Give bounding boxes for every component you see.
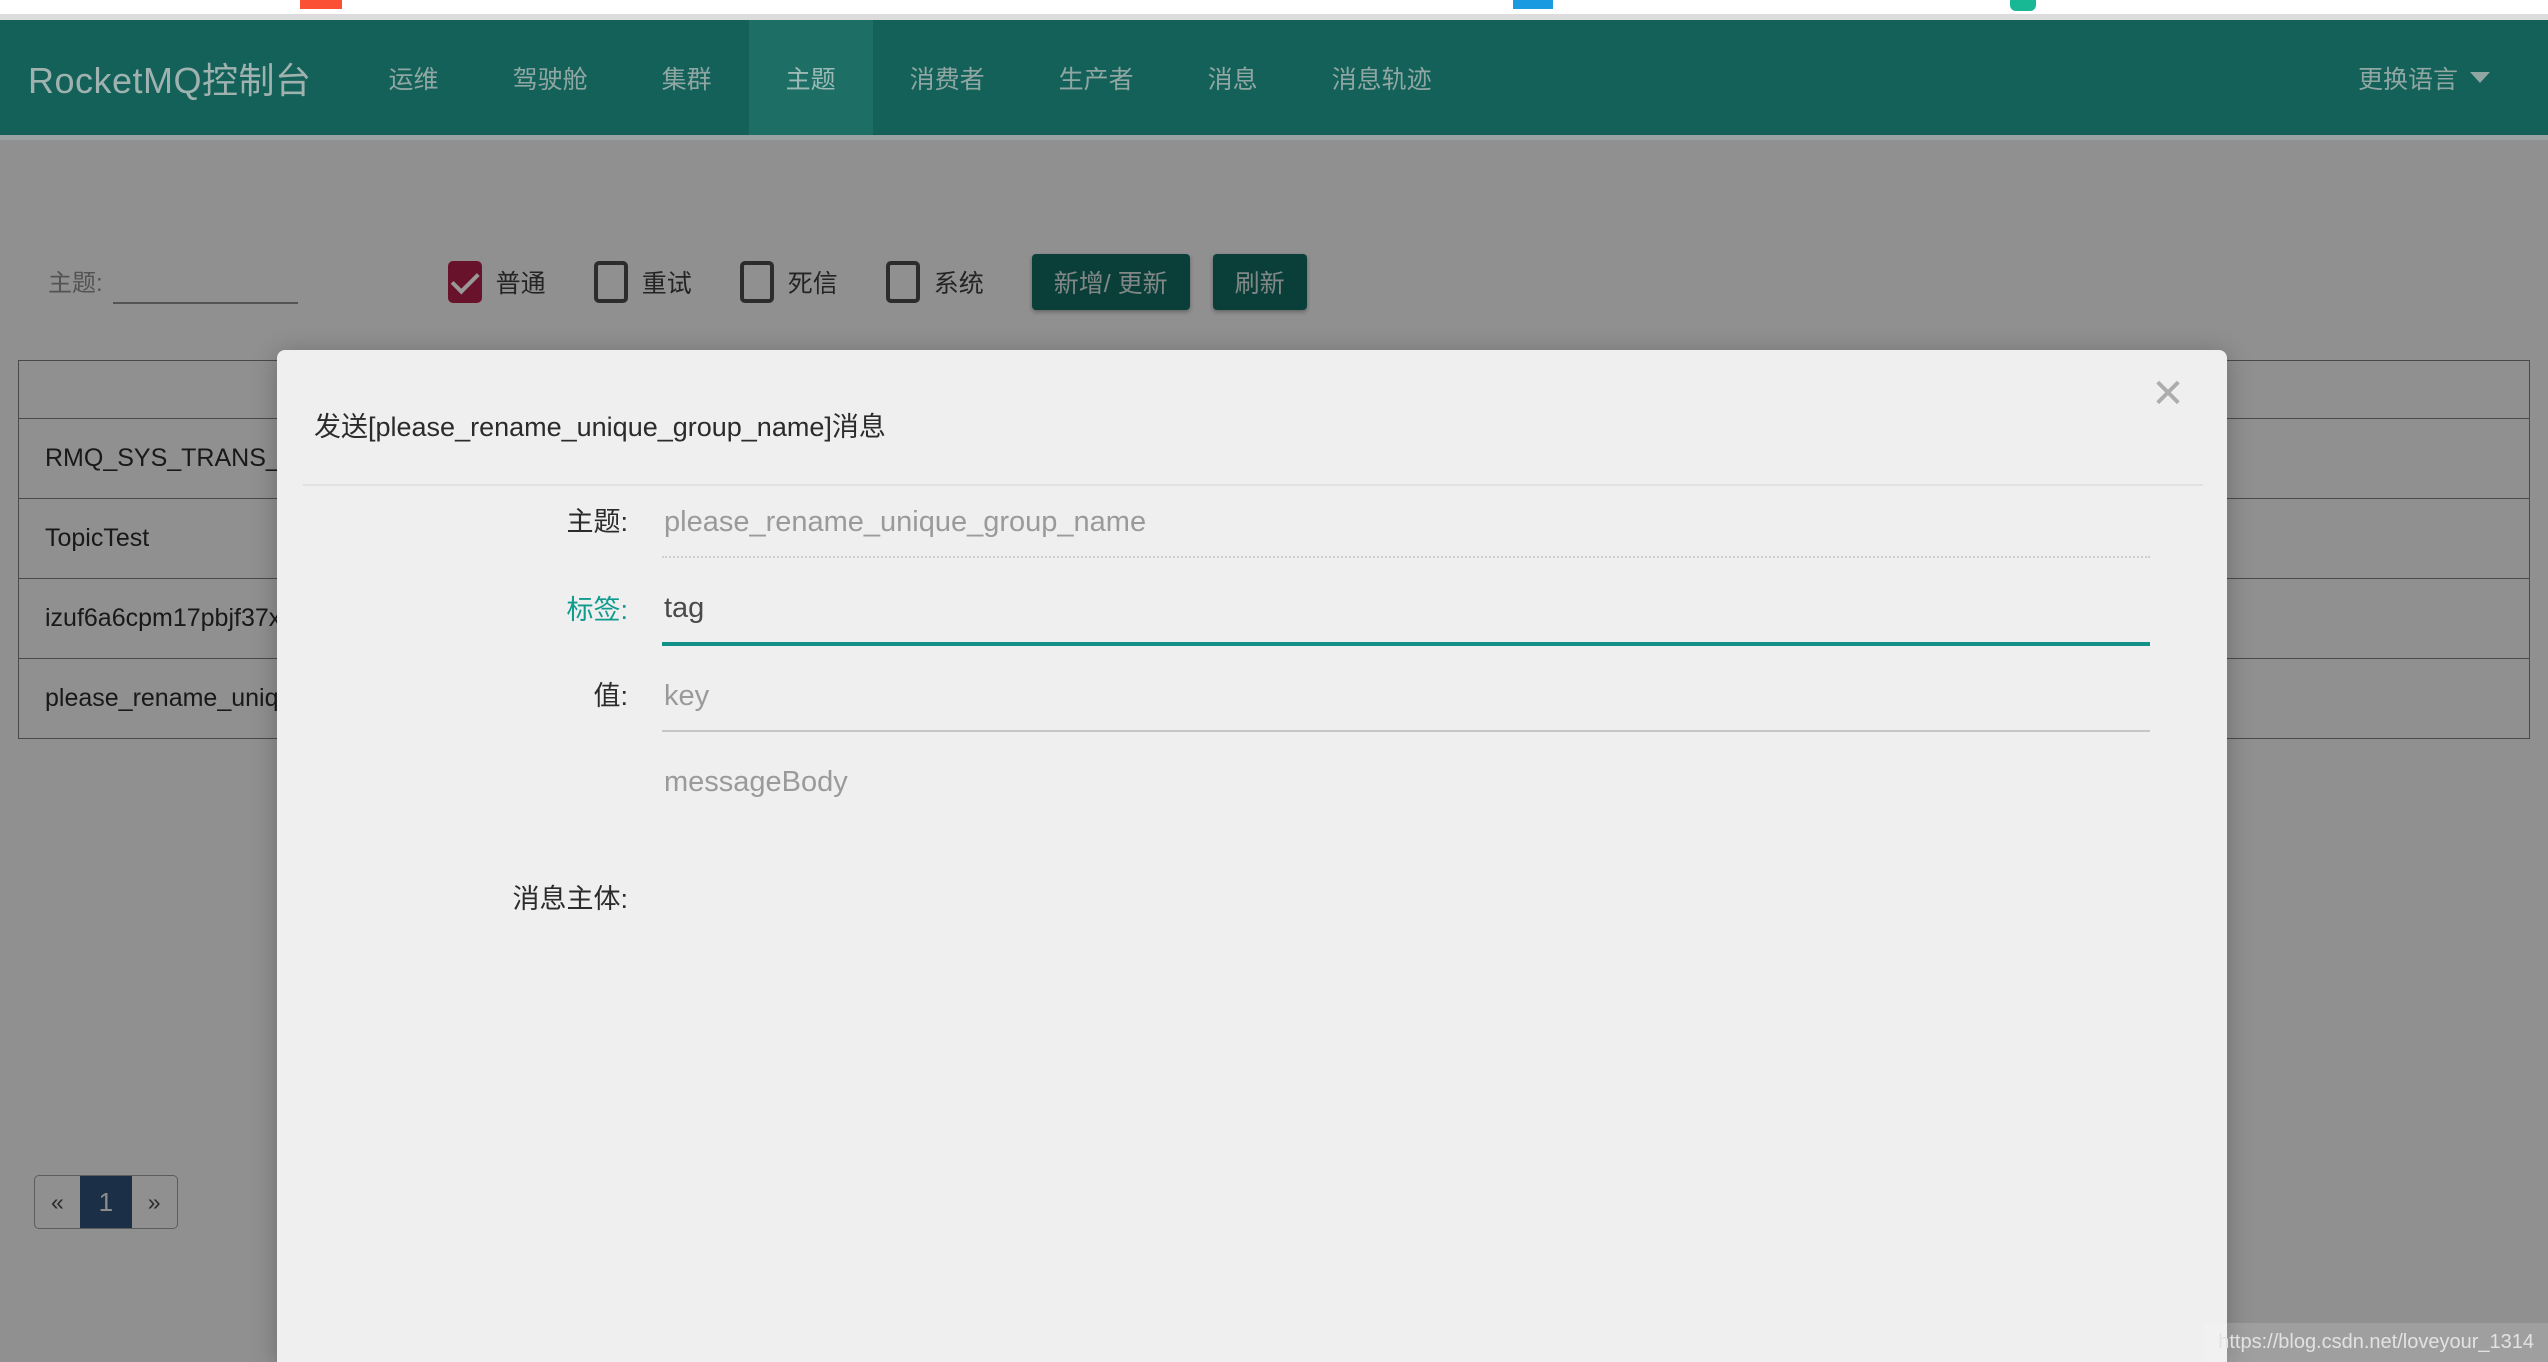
nav-item-producer[interactable]: 生产者 [1022, 20, 1171, 135]
nav-item-cluster[interactable]: 集群 [625, 20, 749, 135]
topic-input-underline [662, 556, 2150, 558]
nav-item-message[interactable]: 消息 [1171, 20, 1295, 135]
dialog-form: 主题: 标签: 值: [277, 500, 2227, 963]
app-brand[interactable]: RocketMQ控制台 [0, 20, 352, 135]
app-screen: RocketMQ控制台 运维 驾驶舱 集群 主题 消费者 生产者 消息 消息轨迹… [0, 0, 2548, 1362]
nav-item-message-trace[interactable]: 消息轨迹 [1295, 20, 1469, 135]
form-row-message-body: 消息主体: [277, 760, 2227, 935]
close-icon[interactable]: ✕ [2142, 368, 2194, 420]
top-navbar: RocketMQ控制台 运维 驾驶舱 集群 主题 消费者 生产者 消息 消息轨迹… [0, 20, 2548, 140]
nav-item-consumer[interactable]: 消费者 [873, 20, 1022, 135]
tag-field-label: 标签: [566, 595, 628, 625]
tag-input[interactable] [662, 586, 2150, 642]
key-field-label: 值: [593, 681, 628, 711]
topic-field-wrap [662, 500, 2150, 558]
nav-items: 运维 驾驶舱 集群 主题 消费者 生产者 消息 消息轨迹 [352, 20, 1469, 135]
form-row-tag: 标签: [277, 586, 2227, 646]
message-body-textarea[interactable] [662, 760, 2150, 930]
key-input[interactable] [662, 674, 2150, 730]
chevron-down-icon [2470, 72, 2490, 83]
tag-input-underline [662, 642, 2150, 646]
nav-item-topic[interactable]: 主题 [748, 20, 873, 135]
form-row-topic: 主题: [277, 500, 2227, 558]
blue-favicon [1513, 0, 1553, 9]
key-field-wrap [662, 674, 2150, 732]
browser-tabstrip [0, 0, 2548, 14]
message-body-field-label: 消息主体: [512, 884, 628, 914]
topic-input [662, 500, 2150, 556]
dialog-divider [303, 484, 2203, 486]
key-input-underline [662, 730, 2150, 732]
nav-item-dashboard[interactable]: 驾驶舱 [476, 20, 625, 135]
language-switcher[interactable]: 更换语言 [2358, 20, 2530, 135]
language-switcher-label: 更换语言 [2357, 65, 2458, 94]
dialog-title: 发送[please_rename_unique_group_name]消息 [314, 412, 886, 442]
form-row-key: 值: [277, 674, 2227, 732]
message-body-field-wrap [662, 760, 2150, 935]
send-message-dialog: ✕ 发送[please_rename_unique_group_name]消息 … [277, 350, 2227, 1362]
red-favicon [300, 0, 342, 9]
tag-field-wrap [662, 586, 2150, 646]
watermark: https://blog.csdn.net/loveyour_1314 [2204, 1323, 2548, 1362]
topic-field-label: 主题: [566, 507, 628, 537]
green-favicon [2010, 0, 2036, 11]
nav-item-ops[interactable]: 运维 [352, 20, 476, 135]
